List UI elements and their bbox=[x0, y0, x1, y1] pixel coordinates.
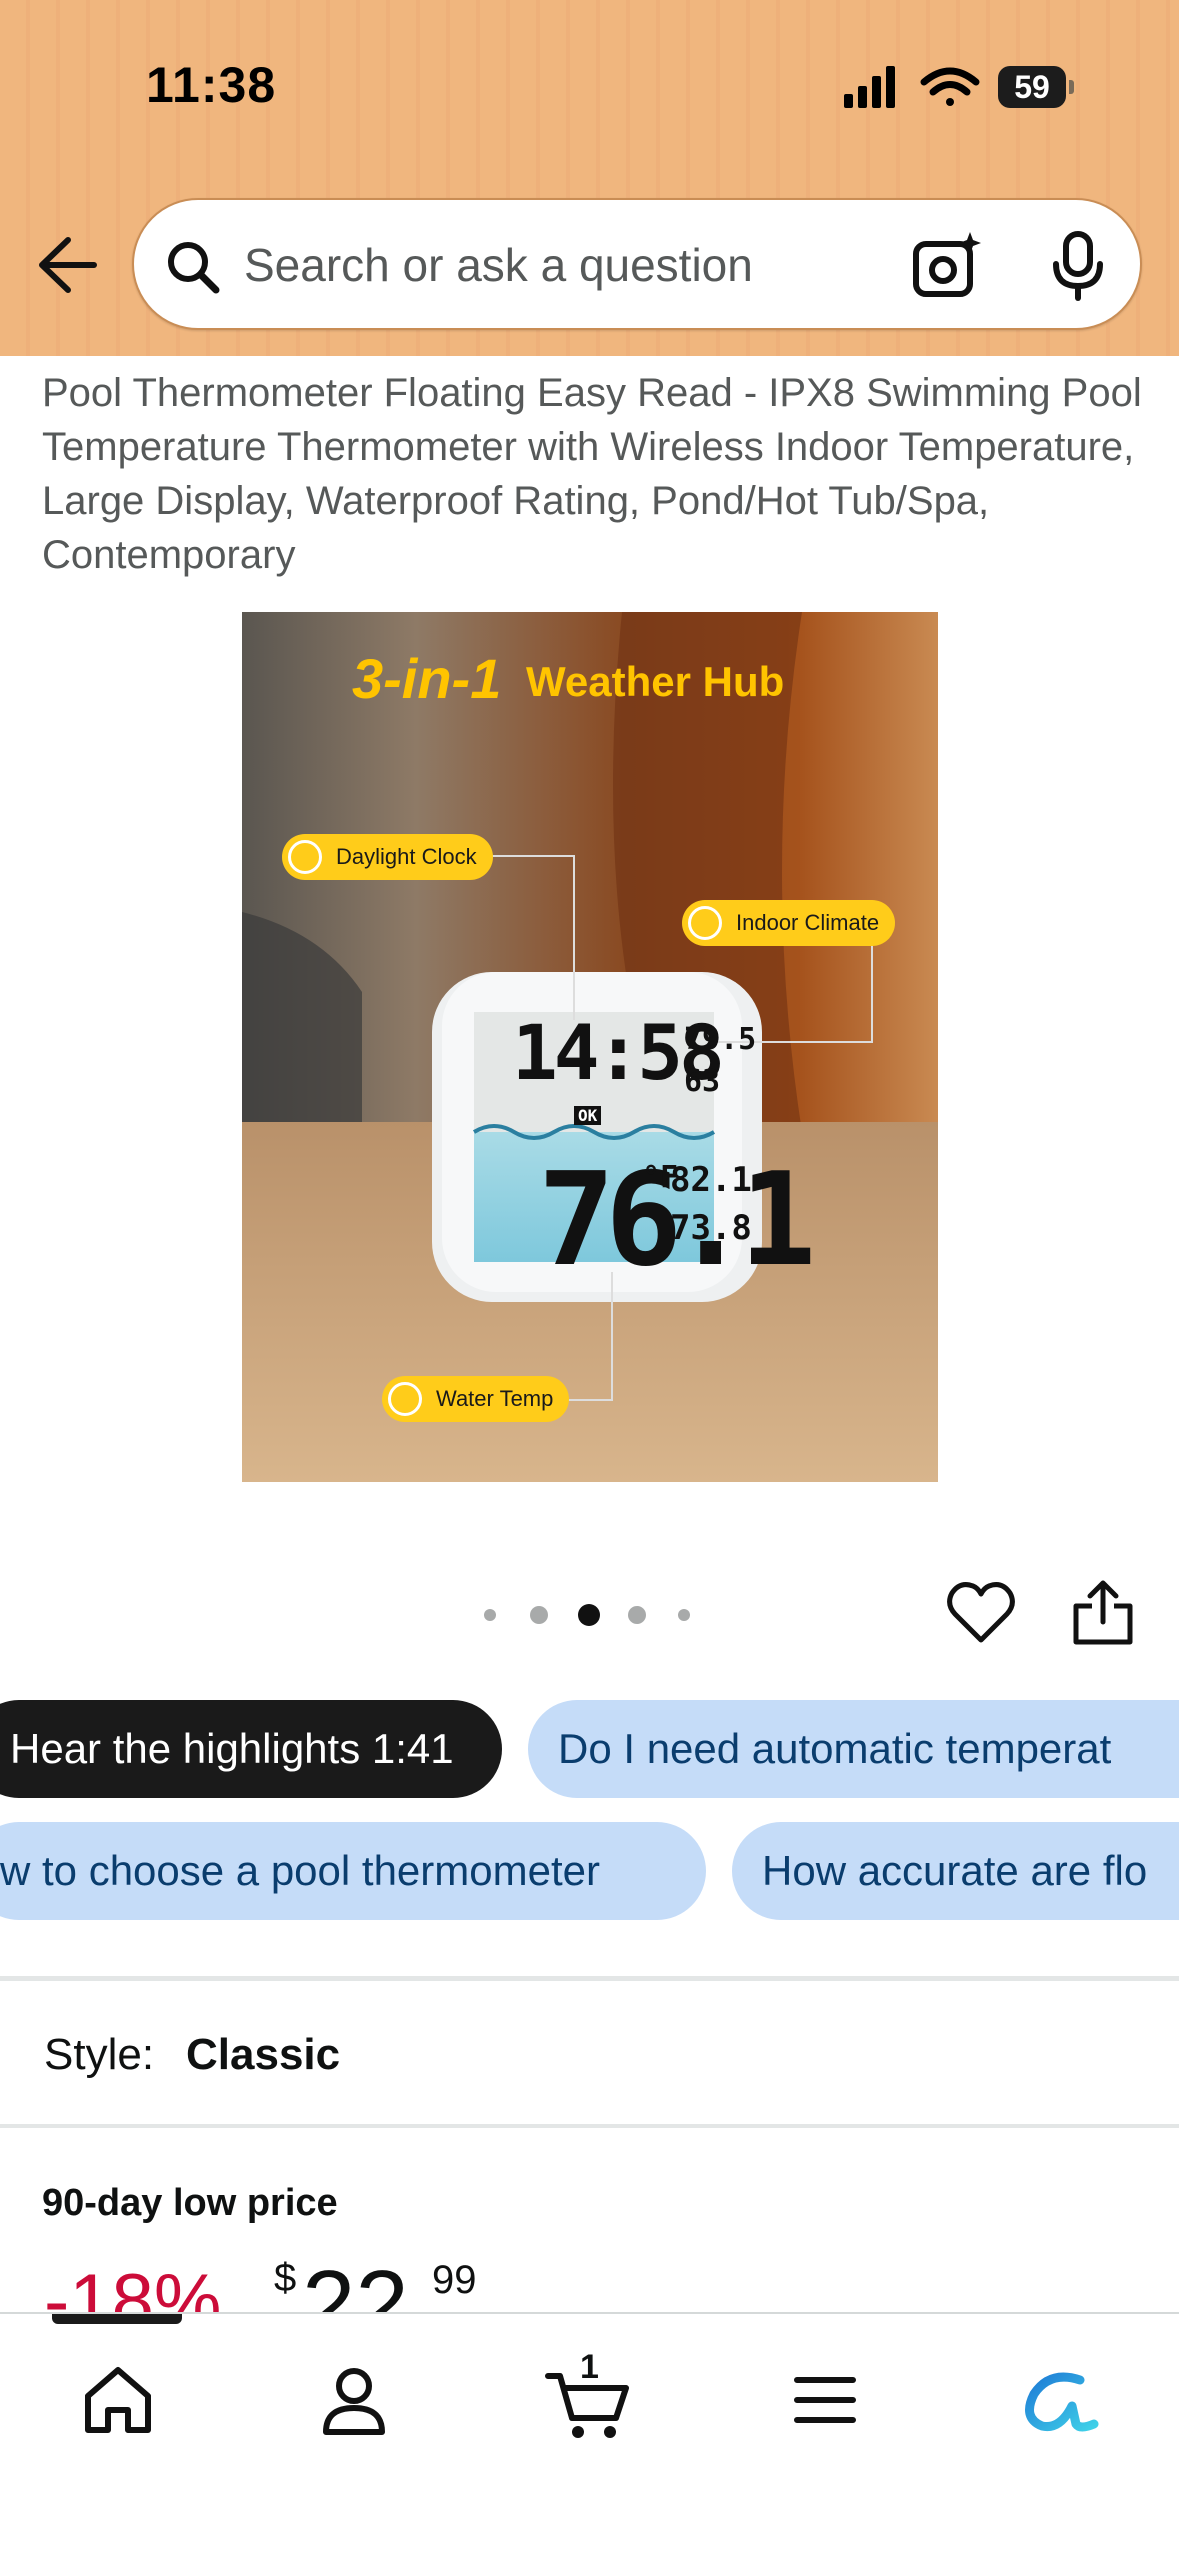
price-row: -18% $ 22 99 bbox=[0, 2240, 1179, 2314]
image-headline-weather-hub: Weather Hub bbox=[526, 658, 785, 705]
display-min-temp: 73.8 bbox=[670, 1208, 752, 1248]
style-value: Classic bbox=[186, 2030, 341, 2079]
section-divider bbox=[0, 2124, 1179, 2128]
share-icon[interactable] bbox=[1070, 1578, 1136, 1648]
battery-icon: 59 bbox=[998, 66, 1074, 108]
rufus-icon[interactable] bbox=[1010, 2350, 1110, 2450]
display-indoor-humidity: 63 bbox=[684, 1064, 721, 1099]
cart-tab[interactable]: 1 bbox=[540, 2348, 640, 2450]
display-ok-indicator: OK bbox=[574, 1106, 602, 1125]
chip-question[interactable]: How accurate are flo bbox=[732, 1822, 1179, 1920]
deal-badge-label: 90-day low price bbox=[42, 2182, 338, 2224]
pagination-dot[interactable] bbox=[678, 1609, 690, 1621]
microphone-icon[interactable] bbox=[1046, 230, 1110, 302]
pagination-dot-active[interactable] bbox=[578, 1604, 600, 1626]
callout-water-temp: Water Temp bbox=[382, 1376, 570, 1422]
wifi-icon bbox=[920, 67, 980, 106]
price-whole: 22 bbox=[302, 2251, 409, 2314]
thermometer-icon bbox=[388, 1382, 422, 1416]
chip-question[interactable]: w to choose a pool thermometer bbox=[0, 1822, 706, 1920]
search-bar[interactable] bbox=[132, 198, 1142, 330]
price-fraction: 99 bbox=[432, 2258, 477, 2302]
price-currency-symbol: $ bbox=[274, 2256, 297, 2300]
bottom-tab-bar: 1 bbox=[0, 2312, 1179, 2556]
active-tab-indicator bbox=[52, 2314, 182, 2324]
display-indoor-temp: 79.5 bbox=[684, 1022, 757, 1057]
signal-icon bbox=[844, 66, 895, 108]
display-max-temp: 82.1 bbox=[670, 1160, 752, 1200]
callout-indoor-climate-label: Indoor Climate bbox=[736, 910, 880, 935]
image-pagination-dots[interactable] bbox=[484, 1600, 704, 1630]
cart-count-badge: 1 bbox=[580, 2348, 599, 2386]
callout-indoor-climate: Indoor Climate bbox=[682, 900, 896, 946]
heart-icon[interactable] bbox=[946, 1578, 1016, 1648]
product-title[interactable]: Pool Thermometer Floating Easy Read - IP… bbox=[42, 366, 1142, 582]
style-label: Style: bbox=[44, 2030, 155, 2079]
discount-percent: -18% bbox=[44, 2259, 222, 2314]
header: 11:38 59 bbox=[0, 0, 1179, 356]
pagination-dot[interactable] bbox=[530, 1606, 548, 1624]
camera-search-icon[interactable] bbox=[910, 228, 984, 302]
pagination-dot[interactable] bbox=[484, 1609, 496, 1621]
section-divider bbox=[0, 1976, 1179, 1981]
pagination-dot[interactable] bbox=[628, 1606, 646, 1624]
image-headline-3in1: 3-in-1 bbox=[352, 647, 502, 710]
chip-hear-highlights[interactable]: Hear the highlights 1:41 bbox=[0, 1700, 502, 1798]
clock-icon bbox=[288, 840, 322, 874]
home-icon[interactable] bbox=[68, 2350, 168, 2450]
callout-daylight-clock-label: Daylight Clock bbox=[336, 844, 477, 869]
chip-question[interactable]: Do I need automatic temperat bbox=[528, 1700, 1179, 1798]
menu-icon[interactable] bbox=[775, 2350, 875, 2450]
house-icon bbox=[688, 906, 722, 940]
callout-water-temp-label: Water Temp bbox=[436, 1386, 554, 1411]
product-image[interactable]: 3-in-1 Weather Hub Daylight Clock Indoor… bbox=[242, 612, 938, 1482]
back-arrow-icon[interactable] bbox=[30, 230, 100, 300]
status-time: 11:38 bbox=[146, 57, 277, 113]
search-input[interactable] bbox=[244, 230, 884, 300]
account-icon[interactable] bbox=[304, 2350, 404, 2450]
search-icon bbox=[168, 242, 220, 294]
callout-daylight-clock: Daylight Clock bbox=[282, 834, 493, 880]
